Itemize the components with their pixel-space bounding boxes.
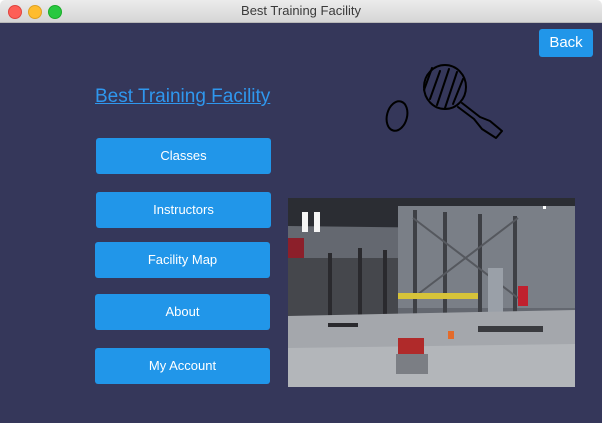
window-title: Best Training Facility xyxy=(241,3,361,18)
classes-button[interactable]: Classes xyxy=(96,138,271,174)
main-content: Back Best Training Facility Classes Inst… xyxy=(0,23,602,423)
app-window: Best Training Facility Back Best Trainin… xyxy=(0,0,602,423)
my-account-button[interactable]: My Account xyxy=(95,348,270,384)
title-bar: Best Training Facility xyxy=(0,0,602,23)
facility-photo xyxy=(288,198,575,387)
facility-map-button[interactable]: Facility Map xyxy=(95,242,270,278)
back-button[interactable]: Back xyxy=(539,29,593,57)
ping-pong-logo-icon xyxy=(385,64,503,139)
page-title-link[interactable]: Best Training Facility xyxy=(95,86,270,108)
about-button[interactable]: About xyxy=(95,294,270,330)
instructors-button[interactable]: Instructors xyxy=(96,192,271,228)
